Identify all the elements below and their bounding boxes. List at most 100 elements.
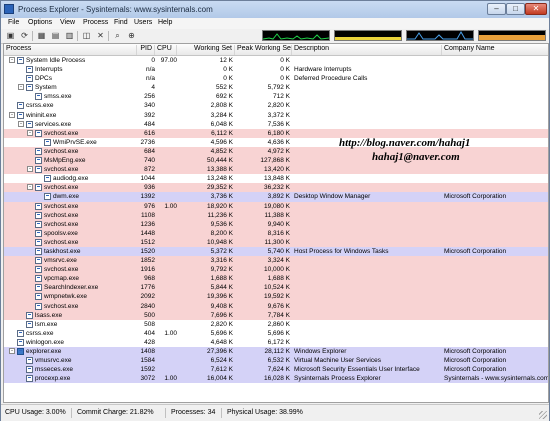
process-row[interactable]: - explorer.exe 1408 27,396 K 28,112 K Windows… [4,347,548,357]
process-row[interactable]: svchost.exe 1916 9,792 K 10,000 K [4,265,548,275]
tree-toggle-icon[interactable]: - [9,348,15,354]
process-row[interactable]: Interrupts n/a 0 K 0 K Hardware Interrupts [4,65,548,74]
close-button[interactable]: ✕ [525,3,547,15]
peak-working-set-cell: 4,636 K [267,138,290,146]
peak-working-set-cell: 5,740 K [267,247,290,255]
process-row[interactable]: - System 4 552 K 5,792 K [4,83,548,92]
column-description[interactable]: Description [292,45,442,55]
save-icon[interactable]: ▣ [5,30,16,41]
process-row[interactable]: - services.exe 484 6,048 K 7,536 K [4,120,548,129]
column-company-name[interactable]: Company Name [442,45,548,55]
menu-options[interactable]: Options [28,19,52,26]
column-working-set[interactable]: Working Set [177,45,235,55]
column-pid[interactable]: PID [137,45,155,55]
process-icon [44,175,51,183]
description-cell [294,211,442,220]
process-row[interactable]: msseces.exe 1592 7,612 K 7,624 K Microsoft S… [4,365,548,375]
kill-process-icon[interactable]: ✕ [95,30,106,41]
process-row[interactable]: vmsrvc.exe 1852 3,316 K 3,324 K [4,256,548,266]
process-row[interactable]: vpcmap.exe 968 1,688 K 1,688 K [4,274,548,284]
status-separator [165,408,166,418]
tree-toggle-icon[interactable]: - [18,120,24,127]
column-cpu[interactable]: CPU [155,45,177,55]
process-row[interactable]: csrss.exe 340 2,808 K 2,820 K [4,101,548,110]
resize-grip[interactable] [539,411,547,419]
refresh-icon[interactable]: ⟳ [19,30,30,41]
process-row[interactable]: taskhost.exe 1520 5,372 K 5,740 K Host Proce… [4,246,548,257]
cpu-cell [157,174,177,183]
process-list[interactable]: Process PID CPU Working Set Peak Working… [3,43,549,403]
process-row[interactable]: dwm.exe 1392 3,736 K 3,892 K Desktop Window … [4,192,548,202]
io-graph[interactable] [406,30,474,41]
find-icon[interactable]: ⌕ [112,30,123,41]
peak-working-set-cell: 0 K [280,57,290,64]
cpu-cell [157,347,177,356]
process-row[interactable]: - System Idle Process 0 97.00 12 K 0 K [4,56,548,65]
system-info-icon[interactable]: ▦ [36,30,47,41]
tree-toggle-icon[interactable]: - [9,57,15,63]
process-row[interactable]: - svchost.exe 872 13,388 K 13,420 K [4,165,548,175]
commit-graph[interactable] [334,30,402,41]
pid-cell: 616 [144,129,155,137]
process-row[interactable]: wmpnetwk.exe 2092 19,396 K 19,592 K [4,292,548,302]
column-process[interactable]: Process [4,45,137,55]
column-peak-working-set[interactable]: Peak Working Set [235,45,292,55]
process-icon [35,211,42,219]
tree-toggle-icon[interactable]: - [18,84,24,91]
peak-working-set-cell: 1,688 K [267,275,290,283]
process-row[interactable]: svchost.exe 1108 11,236 K 11,388 K [4,210,548,220]
process-tree-icon[interactable]: ▤ [50,30,61,41]
company-name-cell [444,274,548,283]
tree-toggle-icon[interactable]: - [9,111,15,118]
company-name-cell [444,220,548,229]
working-set-cell: 16,004 K [206,375,233,383]
process-name: DPCs [35,75,52,83]
maximize-button[interactable]: □ [506,3,525,15]
cpu-graph[interactable] [262,30,330,41]
process-row[interactable]: spoolsv.exe 1448 8,200 K 8,316 K [4,228,548,238]
process-row[interactable]: SearchIndexer.exe 1776 5,844 K 10,524 K [4,283,548,293]
cpu-cell [157,265,177,274]
menu-file[interactable]: File [8,19,19,26]
menu-help[interactable]: Help [158,19,172,26]
working-set-cell: 0 K [223,66,233,74]
process-row[interactable]: MsMpEng.exe 740 50,444 K 127,868 K [4,156,548,166]
tree-toggle-icon[interactable]: - [27,184,33,191]
process-row[interactable]: lsass.exe 500 7,696 K 7,784 K [4,310,548,320]
process-row[interactable]: svchost.exe 1512 10,948 K 11,300 K [4,237,548,247]
physical-memory-graph[interactable] [478,30,546,41]
process-row[interactable]: DPCs n/a 0 K 0 K Deferred Procedure Calls [4,74,548,83]
tree-toggle-icon[interactable]: - [27,166,33,173]
commit-graph-fill [335,37,401,40]
peak-working-set-cell: 4,972 K [267,147,290,155]
process-row[interactable]: vmusrvc.exe 1584 6,524 K 6,532 K Virtual Mac… [4,356,548,366]
menu-view[interactable]: View [60,19,75,26]
process-row[interactable]: svchost.exe 1236 9,536 K 9,940 K [4,219,548,229]
process-row[interactable]: audiodg.exe 1044 13,248 K 13,848 K [4,174,548,183]
minimize-button[interactable]: – [487,3,506,15]
menu-find[interactable]: Find [114,19,128,26]
target-icon[interactable]: ⊕ [126,30,137,41]
process-row[interactable]: csrss.exe 404 1.00 5,696 K 5,696 K [4,329,548,338]
tree-toggle-icon[interactable]: - [27,129,33,136]
process-row[interactable]: winlogon.exe 428 4,648 K 6,172 K [4,338,548,347]
peak-working-set-cell: 7,624 K [267,366,290,374]
properties-icon[interactable]: ◫ [81,30,92,41]
process-row[interactable]: svchost.exe 2840 9,408 K 9,676 K [4,301,548,311]
working-set-cell: 18,920 K [206,202,233,210]
process-row[interactable]: - svchost.exe 936 29,352 K 36,232 K [4,183,548,193]
process-row[interactable]: svchost.exe 976 1.00 18,920 K 19,080 K [4,201,548,211]
cpu-cell [157,147,177,156]
process-name: procexp.exe [35,375,71,383]
peak-working-set-cell: 6,180 K [267,129,290,137]
process-name: spoolsv.exe [44,229,78,237]
process-row[interactable]: - wininit.exe 392 3,284 K 3,372 K [4,111,548,120]
company-name-cell [444,265,548,274]
process-row[interactable]: procexp.exe 3072 1.00 16,004 K 16,028 K Sysin… [4,374,548,384]
menu-process[interactable]: Process [83,19,108,26]
title-bar[interactable]: Process Explorer - Sysinternals: www.sys… [1,1,549,18]
dll-view-icon[interactable]: ▥ [64,30,75,41]
process-row[interactable]: lsm.exe 508 2,820 K 2,860 K [4,320,548,329]
process-row[interactable]: smss.exe 256 692 K 712 K [4,92,548,101]
menu-users[interactable]: Users [134,19,152,26]
